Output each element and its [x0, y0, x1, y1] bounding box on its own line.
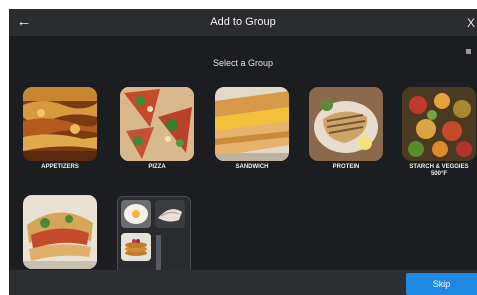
mini-image-eggs [121, 200, 151, 228]
page-title: Add to Group [210, 16, 276, 28]
close-button[interactable]: X [467, 13, 477, 33]
add-to-group-screen: ← Add to Group X Select a Group APPETIZE… [9, 9, 477, 295]
group-tile-appetizers[interactable]: APPETIZERS [23, 87, 97, 171]
group-label: PROTEIN [332, 164, 360, 170]
group-tile-protein[interactable]: PROTEIN [309, 87, 383, 171]
group-tile-sandwich[interactable]: SANDWICH [215, 87, 289, 171]
footer-bar: Skip [9, 270, 477, 295]
group-tile-pizza[interactable]: PIZZA [120, 87, 194, 171]
scrollbar[interactable] [156, 235, 161, 274]
multi-item-group-tile[interactable] [117, 196, 191, 275]
skip-button[interactable]: Skip [406, 273, 477, 295]
group-tile-starch-veggies[interactable]: STARCH & VEGGIES 500°F [402, 87, 476, 178]
group-label: APPETIZERS [41, 164, 79, 170]
group-tile-unlabeled[interactable] [23, 195, 97, 269]
appetizers-image [23, 87, 97, 161]
group-label: PIZZA [148, 164, 166, 170]
group-label: SANDWICH [235, 164, 269, 170]
sandwich-image [215, 87, 289, 161]
close-icon: X [467, 16, 476, 30]
pizza-image [120, 87, 194, 161]
protein-image [309, 87, 383, 161]
mini-image-pancakes [121, 233, 151, 261]
select-group-heading: Select a Group [212, 58, 274, 68]
group-label: STARCH & VEGGIES 500°F [409, 164, 469, 177]
flatbread-image [23, 195, 97, 269]
header-bar: ← Add to Group X [9, 9, 477, 36]
mini-image-fish [155, 200, 185, 228]
starch-veggies-image [402, 87, 476, 161]
menu-icon[interactable] [466, 49, 471, 54]
